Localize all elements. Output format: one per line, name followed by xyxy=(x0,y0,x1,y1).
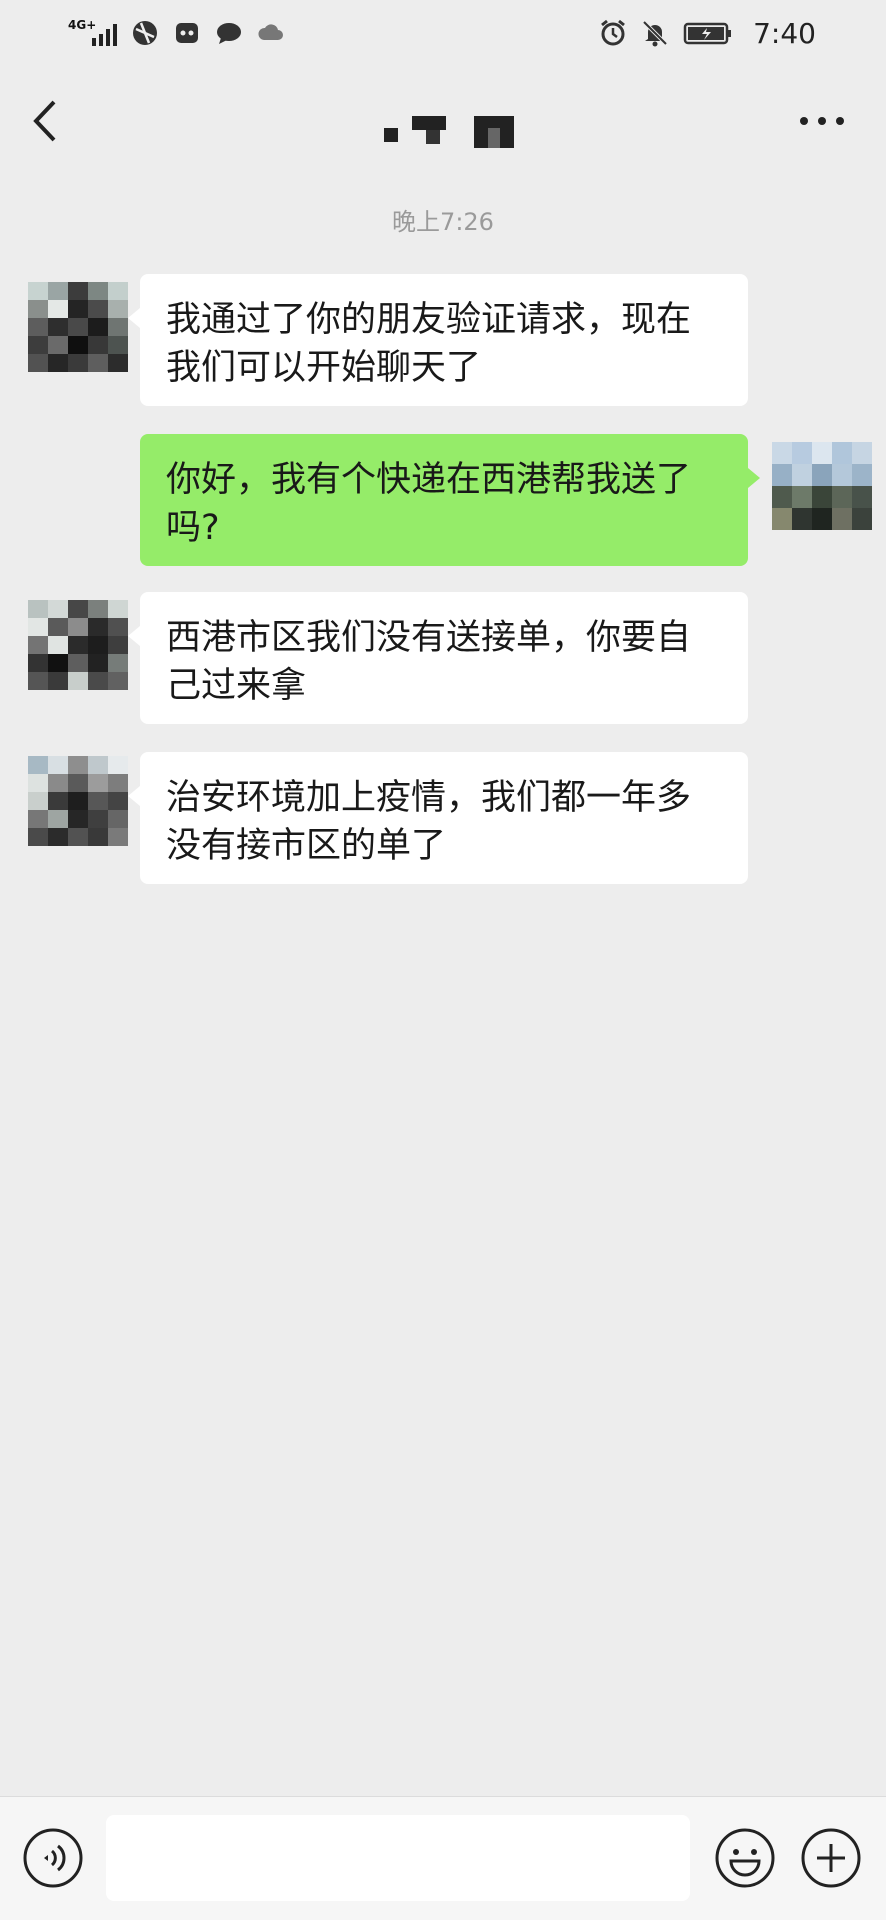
app-notification-icon xyxy=(176,23,198,43)
signal-icon: 4G+ xyxy=(68,18,117,46)
contact-name-mosaic xyxy=(384,116,514,148)
emoji-icon[interactable] xyxy=(714,1827,776,1889)
status-bar: 4G+ 7:40 xyxy=(0,0,886,66)
contact-avatar[interactable] xyxy=(28,282,128,372)
status-right: 7:40 xyxy=(599,17,816,50)
voice-icon[interactable] xyxy=(22,1827,84,1889)
add-icon[interactable] xyxy=(800,1827,862,1889)
message-input[interactable] xyxy=(106,1815,690,1901)
battery-icon xyxy=(683,22,732,45)
message-bubble-received[interactable]: 西港市区我们没有送接单，你要自己过来拿 xyxy=(128,592,748,724)
my-avatar[interactable] xyxy=(772,442,872,530)
alarm-icon xyxy=(601,19,626,46)
message-timestamp: 晚上7:26 xyxy=(392,208,494,236)
contact-avatar[interactable] xyxy=(28,600,128,690)
mute-icon xyxy=(642,20,668,47)
contact-avatar[interactable] xyxy=(28,756,128,846)
chat-notification-icon xyxy=(217,23,241,44)
clock: 7:40 xyxy=(753,16,816,50)
more-icon[interactable] xyxy=(796,104,848,138)
network-type: 4G+ xyxy=(68,18,97,32)
message-bubble-received[interactable]: 我通过了你的朋友验证请求，现在我们可以开始聊天了 xyxy=(128,274,748,406)
chat-header xyxy=(0,66,886,176)
message-bubble-sent[interactable]: 你好，我有个快递在西港帮我送了吗? xyxy=(140,434,760,566)
input-bar xyxy=(0,1796,886,1920)
status-left: 4G+ xyxy=(68,18,285,47)
back-arrow-icon[interactable] xyxy=(24,94,68,148)
browser-icon xyxy=(133,21,157,45)
cloud-icon xyxy=(258,24,283,40)
message-bubble-received[interactable]: 治安环境加上疫情，我们都一年多没有接市区的单了 xyxy=(128,752,748,884)
